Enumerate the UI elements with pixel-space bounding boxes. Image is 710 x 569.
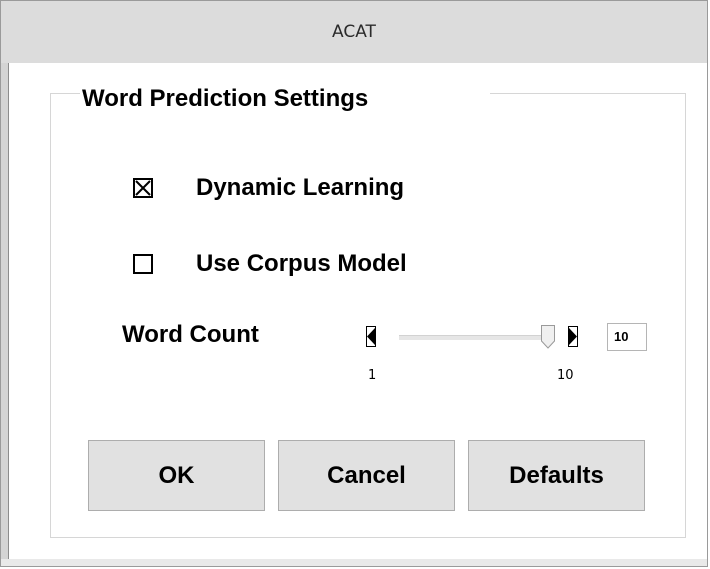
dynamic-learning-checkbox[interactable]: Dynamic Learning: [133, 171, 404, 205]
group-title: Word Prediction Settings: [80, 85, 490, 113]
dynamic-learning-label[interactable]: Dynamic Learning: [196, 174, 404, 202]
word-count-label: Word Count: [122, 321, 259, 348]
settings-content: Word Prediction Settings Dynamic Learnin…: [9, 63, 707, 559]
word-count-value[interactable]: 10: [607, 323, 647, 351]
window-bottom-edge: [1, 559, 707, 566]
checkbox-unchecked-icon[interactable]: [133, 254, 153, 274]
word-count-slider[interactable]: 1 10: [364, 319, 604, 389]
title-bar[interactable]: ACAT: [1, 1, 707, 63]
window-left-edge: [1, 63, 9, 559]
slider-thumb[interactable]: [541, 325, 555, 349]
slider-decrease-icon[interactable]: [366, 326, 376, 347]
slider-max-label: 10: [557, 368, 574, 383]
checkbox-checked-icon[interactable]: [133, 178, 153, 198]
cancel-button[interactable]: Cancel: [278, 440, 455, 511]
slider-track[interactable]: [399, 335, 549, 340]
window-title: ACAT: [332, 22, 376, 42]
use-corpus-model-checkbox[interactable]: Use Corpus Model: [133, 247, 407, 281]
use-corpus-model-label[interactable]: Use Corpus Model: [196, 250, 407, 278]
defaults-button[interactable]: Defaults: [468, 440, 645, 511]
slider-increase-icon[interactable]: [568, 326, 578, 347]
slider-min-label: 1: [368, 368, 377, 383]
ok-button[interactable]: OK: [88, 440, 265, 511]
acat-settings-window: ACAT Word Prediction Settings Dynamic Le…: [0, 0, 708, 567]
